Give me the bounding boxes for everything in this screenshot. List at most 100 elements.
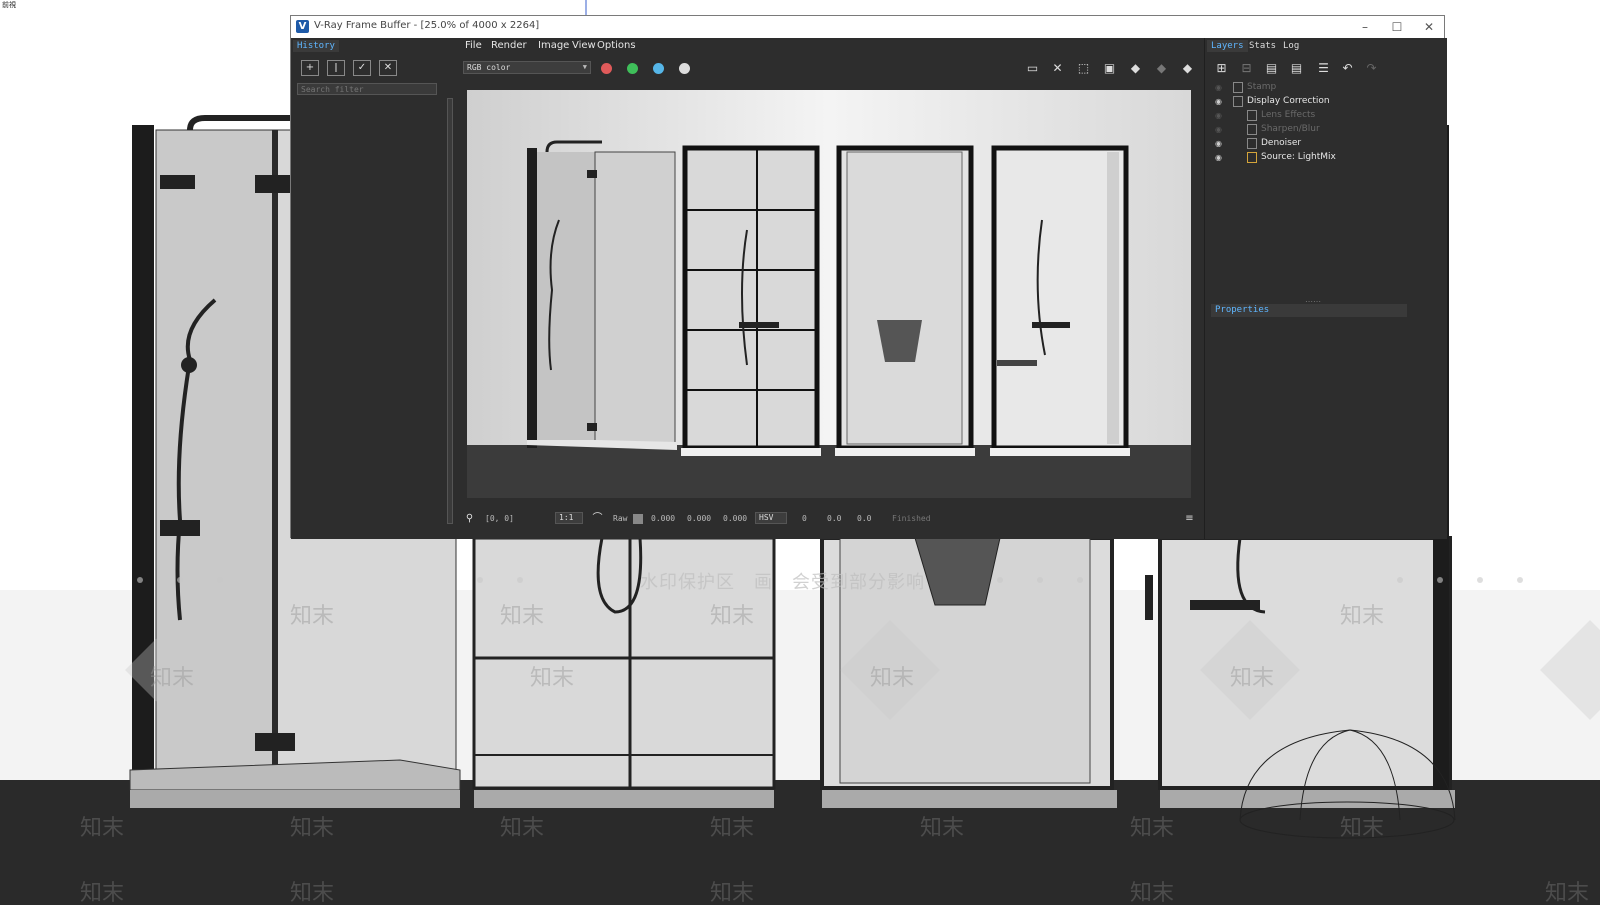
- watermark-text: 知末: [1340, 604, 1385, 629]
- menu-view[interactable]: View: [572, 40, 596, 51]
- hue-value: 0: [802, 514, 807, 523]
- color-mode-select[interactable]: HSV: [755, 512, 787, 524]
- status-bar: ⚲ [0, 0] 1:1 ⌒ Raw 0.000 0.000 0.000 HSV…: [459, 508, 1204, 530]
- watermark-text: 知末: [1340, 816, 1385, 841]
- eye-icon[interactable]: ◉: [1215, 111, 1225, 121]
- history-list[interactable]: [297, 98, 443, 524]
- layer-stamp[interactable]: ◉ Stamp: [1211, 81, 1407, 95]
- curve-icon[interactable]: ⌒: [589, 510, 606, 527]
- vray-frame-buffer-window[interactable]: V V-Ray Frame Buffer - [25.0% of 4000 x …: [290, 15, 1447, 539]
- watermark-text: 知末: [1230, 666, 1275, 691]
- layer-source-lightmix[interactable]: ◉ Source: LightMix: [1211, 151, 1407, 165]
- watermark-text: 知末: [290, 604, 335, 629]
- stop-render-icon[interactable]: ◆: [1153, 60, 1170, 77]
- tab-layers[interactable]: Layers: [1207, 40, 1248, 52]
- vray-logo-icon: V: [296, 20, 309, 33]
- add-layer-icon[interactable]: ⊞: [1213, 60, 1230, 77]
- alpha-channel-toggle[interactable]: [679, 63, 690, 74]
- render-area: File Render Image View Options RGB color…: [459, 38, 1204, 539]
- eye-icon[interactable]: ◉: [1215, 139, 1225, 149]
- watermark-text: 知末: [870, 666, 915, 691]
- tab-history[interactable]: History: [293, 40, 339, 52]
- interactive-render-icon[interactable]: ◆: [1127, 60, 1144, 77]
- sharpen-icon: [1247, 124, 1257, 135]
- watermark-text: 知末: [530, 666, 575, 691]
- layer-list-icon[interactable]: ☰: [1315, 60, 1332, 77]
- layer-denoiser[interactable]: ◉ Denoiser: [1211, 137, 1407, 151]
- watermark-text: 知末: [150, 666, 195, 691]
- clear-image-icon[interactable]: ✕: [1049, 60, 1066, 77]
- render-image[interactable]: [467, 90, 1191, 498]
- viewport-corner-label[interactable]: 前視: [2, 0, 16, 10]
- window-title: V-Ray Frame Buffer - [25.0% of 4000 x 22…: [314, 20, 540, 31]
- watermark-text: 知末: [80, 816, 125, 841]
- lock-icon[interactable]: ⚲: [461, 510, 478, 527]
- saturation-value: 0.0: [827, 514, 842, 523]
- watermark-text: 知末: [290, 816, 335, 841]
- layer-name: Stamp: [1247, 82, 1277, 92]
- tab-stats[interactable]: Stats: [1245, 40, 1280, 52]
- watermark-text: 知末: [710, 816, 755, 841]
- watermark-text: 知末: [920, 816, 965, 841]
- blue-channel-toggle[interactable]: [653, 63, 664, 74]
- title-bar[interactable]: V V-Ray Frame Buffer - [25.0% of 4000 x …: [291, 16, 1444, 39]
- channel-select-value: RGB color: [467, 63, 511, 72]
- history-search-input[interactable]: [297, 83, 437, 95]
- chevron-down-icon: ▼: [582, 63, 587, 71]
- eye-icon[interactable]: ◉: [1215, 83, 1225, 93]
- pixel-coords: [0, 0]: [485, 514, 514, 523]
- load-layers-icon[interactable]: ▤: [1288, 60, 1305, 77]
- properties-header: Properties: [1211, 304, 1407, 317]
- watermark-text: 知末: [500, 816, 545, 841]
- stamp-icon: [1233, 82, 1243, 93]
- menu-image[interactable]: Image: [538, 40, 569, 51]
- history-panel: History + ǀ ✓ ✕: [291, 38, 460, 539]
- undo-icon[interactable]: ↶: [1339, 60, 1356, 77]
- maximize-button[interactable]: ☐: [1383, 18, 1411, 36]
- load-history-icon[interactable]: ✓: [353, 60, 371, 76]
- layers-panel: Layers Stats Log ⊞ ⊟ ▤ ▤ ☰ ↶ ↷ ◉ Stamp ◉…: [1204, 38, 1447, 539]
- delete-layer-icon[interactable]: ⊟: [1238, 60, 1255, 77]
- save-to-history-icon[interactable]: +: [301, 60, 319, 76]
- history-scrollbar[interactable]: [447, 98, 453, 524]
- redo-icon[interactable]: ↷: [1363, 60, 1380, 77]
- ab-compare-icon[interactable]: ǀ: [327, 60, 345, 76]
- menu-file[interactable]: File: [465, 40, 482, 51]
- render-teapot-icon[interactable]: ◆: [1179, 60, 1196, 77]
- menu-render[interactable]: Render: [491, 40, 527, 51]
- layer-name: Display Correction: [1247, 96, 1330, 106]
- rendered-scene: [467, 90, 1191, 498]
- save-image-icon[interactable]: ▭: [1024, 60, 1041, 77]
- close-button[interactable]: ✕: [1415, 18, 1443, 36]
- layer-lens-effects[interactable]: ◉ Lens Effects: [1211, 109, 1407, 123]
- region-render-icon[interactable]: ⬚: [1075, 60, 1092, 77]
- denoiser-icon: [1247, 138, 1257, 149]
- layer-name: Sharpen/Blur: [1261, 124, 1320, 134]
- watermark-text: 知末: [1130, 881, 1175, 905]
- green-channel-toggle[interactable]: [627, 63, 638, 74]
- properties-label: Properties: [1211, 304, 1274, 316]
- eye-icon[interactable]: ◉: [1215, 97, 1225, 107]
- layer-sharpen-blur[interactable]: ◉ Sharpen/Blur: [1211, 123, 1407, 137]
- eye-icon[interactable]: ◉: [1215, 153, 1225, 163]
- brightness-value: 0.0: [857, 514, 872, 523]
- channel-select[interactable]: RGB color ▼: [463, 61, 591, 74]
- watermark-text: 知末: [710, 604, 755, 629]
- menu-bar: File Render Image View Options: [459, 38, 1204, 54]
- render-status: Finished: [892, 514, 931, 523]
- zoom-select[interactable]: 1:1: [555, 512, 583, 524]
- menu-options[interactable]: Options: [597, 40, 636, 51]
- red-channel-toggle[interactable]: [601, 63, 612, 74]
- minimize-button[interactable]: –: [1351, 18, 1379, 36]
- watermark-text: 知末: [500, 604, 545, 629]
- remove-history-icon[interactable]: ✕: [379, 60, 397, 76]
- eye-icon[interactable]: ◉: [1215, 125, 1225, 135]
- layer-display-correction[interactable]: ◉ Display Correction: [1211, 95, 1407, 109]
- save-layers-icon[interactable]: ▤: [1263, 60, 1280, 77]
- panel-toggle-icon[interactable]: ≡: [1181, 510, 1198, 527]
- lens-effects-icon: [1247, 110, 1257, 121]
- red-value: 0.000: [651, 514, 676, 523]
- watermark-banner: 水印保护区 画 会受到部分影响: [640, 572, 925, 593]
- track-mouse-icon[interactable]: ▣: [1101, 60, 1118, 77]
- tab-log[interactable]: Log: [1279, 40, 1303, 52]
